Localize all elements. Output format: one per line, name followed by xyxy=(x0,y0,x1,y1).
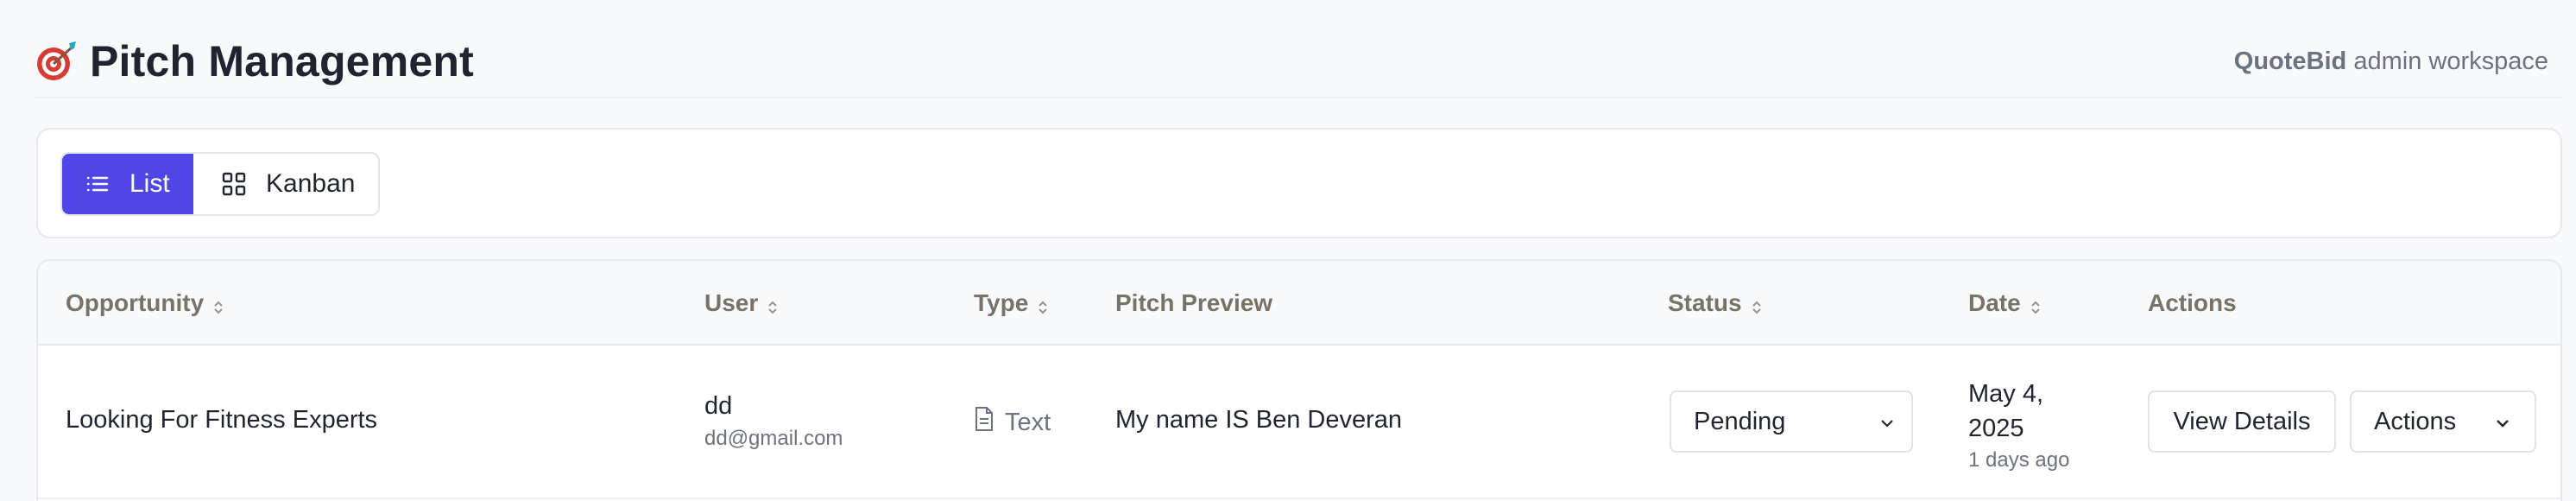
sort-icon xyxy=(767,295,779,314)
type-label: Text xyxy=(1005,408,1051,436)
pitch-preview: My name IS Ben Deveran xyxy=(1115,406,1403,434)
list-icon xyxy=(85,171,110,197)
list-view-button[interactable]: List xyxy=(62,154,193,214)
table-row: Looking For Fitness Experts dd dd@gmail.… xyxy=(38,346,2560,499)
chevron-down-icon xyxy=(2493,408,2512,436)
date-line-2: 2025 xyxy=(1968,415,2024,442)
column-label: Status xyxy=(1668,289,1742,316)
view-toggle-card: List Kanban xyxy=(36,128,2562,238)
column-label: Date xyxy=(1968,289,2021,316)
status-value: Pending xyxy=(1694,407,1786,435)
column-header-pitch-preview: Pitch Preview xyxy=(1115,261,1272,346)
subtitle-text: admin workspace xyxy=(2353,47,2548,75)
column-header-user[interactable]: User xyxy=(704,261,779,346)
subtitle-brand: QuoteBid xyxy=(2233,47,2347,75)
sort-icon xyxy=(212,295,224,314)
user-name: dd xyxy=(704,392,733,420)
kanban-view-label: Kanban xyxy=(266,169,356,198)
row-actions-dropdown[interactable]: Actions xyxy=(2350,390,2536,453)
date-line-1: May 4, xyxy=(1968,380,2044,408)
opportunity-title[interactable]: Looking For Fitness Experts xyxy=(66,406,377,434)
column-label: Opportunity xyxy=(66,289,205,316)
column-header-status[interactable]: Status xyxy=(1668,261,1763,346)
title-wrap: Pitch Management xyxy=(35,36,474,86)
column-label: Pitch Preview xyxy=(1115,289,1273,316)
date-relative: 1 days ago xyxy=(1968,448,2070,472)
view-details-button[interactable]: View Details xyxy=(2148,390,2336,453)
type-cell: Text xyxy=(974,406,1051,439)
actions-label: Actions xyxy=(2374,407,2457,435)
view-toggle: List Kanban xyxy=(60,152,380,216)
date-cell: May 4, 2025 1 days ago xyxy=(1968,377,2069,475)
column-header-actions: Actions xyxy=(2148,261,2237,346)
page-header: Pitch Management QuoteBid admin workspac… xyxy=(35,26,2562,98)
sort-icon xyxy=(2030,295,2042,314)
sort-icon xyxy=(1037,295,1049,314)
grid-icon xyxy=(221,171,247,197)
column-label: User xyxy=(704,289,759,316)
column-header-date[interactable]: Date xyxy=(1968,261,2042,346)
workspace-subtitle: QuoteBid admin workspace xyxy=(2234,48,2562,76)
sort-icon xyxy=(1751,295,1763,314)
column-label: Type xyxy=(974,289,1029,316)
column-header-opportunity[interactable]: Opportunity xyxy=(66,261,224,346)
page-title: Pitch Management xyxy=(90,37,474,86)
chevron-down-icon xyxy=(1878,408,1896,436)
pitches-table: Opportunity User Type Pitch Preview Stat… xyxy=(36,259,2562,501)
kanban-view-button[interactable]: Kanban xyxy=(193,154,378,214)
document-icon xyxy=(974,406,994,439)
user-email: dd@gmail.com xyxy=(704,427,843,450)
list-view-label: List xyxy=(129,169,170,198)
table-header: Opportunity User Type Pitch Preview Stat… xyxy=(38,261,2560,346)
target-icon xyxy=(35,40,78,83)
status-select[interactable]: Pending xyxy=(1670,390,1913,453)
column-header-type[interactable]: Type xyxy=(974,261,1049,346)
pitch-management-page: Pitch Management QuoteBid admin workspac… xyxy=(0,0,2576,501)
column-label: Actions xyxy=(2148,289,2237,316)
